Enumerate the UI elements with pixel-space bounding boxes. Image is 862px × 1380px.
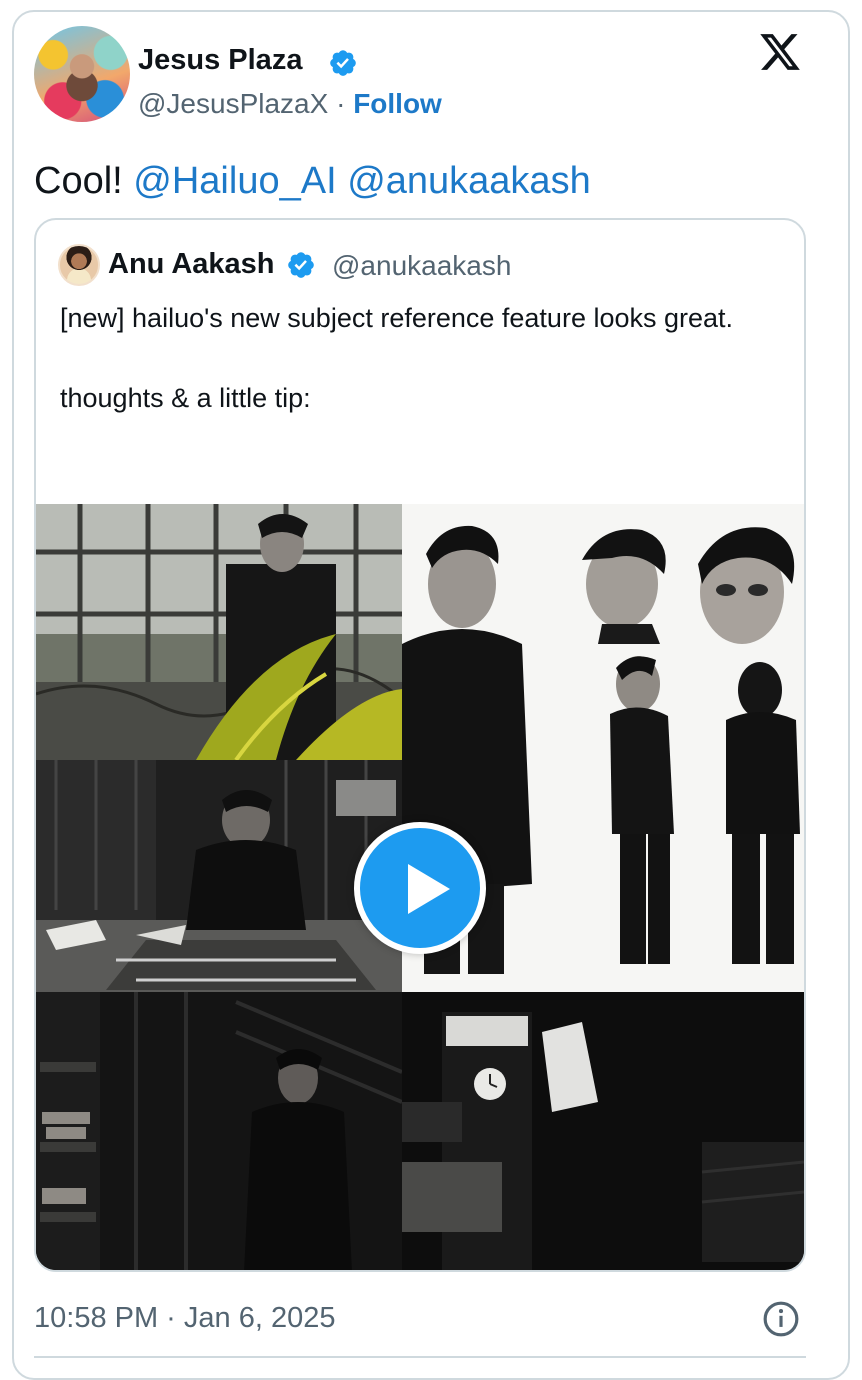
staircase-figure-still bbox=[36, 992, 402, 1270]
quoted-author-name[interactable]: Anu Aakash bbox=[108, 248, 275, 281]
tweet-timestamp[interactable]: 10:58 PM · Jan 6, 2025 bbox=[34, 1302, 335, 1335]
follow-button[interactable]: Follow bbox=[353, 88, 442, 119]
quoted-author-handle[interactable]: @anukaakash bbox=[332, 250, 511, 282]
verified-badge-icon bbox=[330, 50, 356, 76]
author-handle-row: @JesusPlazaX · Follow bbox=[138, 88, 442, 120]
mention-hailuo[interactable]: @Hailuo_AI bbox=[133, 160, 336, 202]
info-icon[interactable] bbox=[762, 1300, 800, 1338]
author-name[interactable]: Jesus Plaza bbox=[138, 44, 302, 77]
quoted-author-avatar[interactable] bbox=[58, 244, 100, 286]
author-avatar[interactable] bbox=[34, 26, 130, 122]
quoted-paragraph: thoughts & a little tip: bbox=[60, 383, 311, 413]
quoted-tweet[interactable]: Anu Aakash @anukaakash [new] hailuo's ne… bbox=[34, 218, 806, 1272]
tweet-text: Cool! @Hailuo_AI @anukaakash bbox=[34, 160, 591, 203]
handle-separator: · bbox=[336, 88, 346, 119]
video-thumbnail[interactable] bbox=[36, 504, 804, 1270]
footer-divider bbox=[34, 1356, 806, 1358]
quoted-tweet-text: [new] hailuo's new subject reference fea… bbox=[60, 298, 790, 458]
greenhouse-still bbox=[36, 504, 402, 760]
play-icon[interactable] bbox=[354, 822, 486, 954]
mention-anukaakash[interactable]: @anukaakash bbox=[347, 160, 591, 202]
x-logo-icon[interactable] bbox=[757, 30, 803, 74]
quoted-paragraph: [new] hailuo's new subject reference fea… bbox=[60, 303, 734, 333]
verified-badge-icon bbox=[288, 252, 314, 278]
author-name-text[interactable]: Jesus Plaza bbox=[138, 44, 302, 76]
tweet-text-prefix: Cool! bbox=[34, 160, 134, 202]
kneeling-figure-still bbox=[36, 760, 402, 992]
clock-room-still bbox=[402, 992, 804, 1270]
author-handle[interactable]: @JesusPlazaX bbox=[138, 88, 328, 119]
